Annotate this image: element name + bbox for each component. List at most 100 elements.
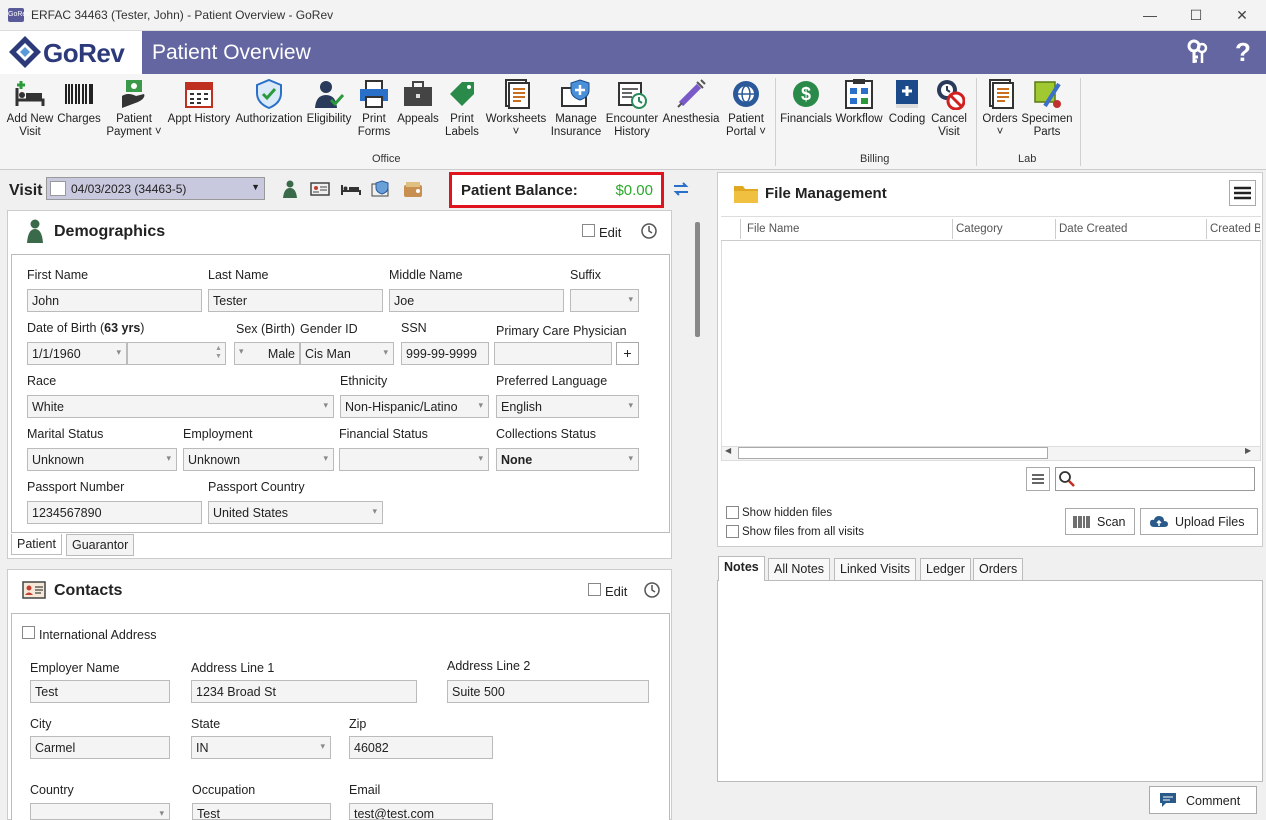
demographics-edit-checkbox[interactable] [582,224,595,237]
first-name-input[interactable]: John [27,289,202,312]
financial-select[interactable] [339,448,489,471]
close-button[interactable]: ✕ [1227,5,1257,25]
marital-select[interactable]: Unknown [27,448,177,471]
suffix-select[interactable] [570,289,639,312]
gender-select[interactable]: Cis Man [300,342,394,365]
tab-patient[interactable]: Patient [11,534,62,555]
language-label: Preferred Language [496,374,608,388]
financial-label: Financial Status [339,427,428,441]
file-menu-button[interactable] [1229,180,1256,206]
tab-ledger[interactable]: Ledger [920,558,971,581]
insurance-card-icon[interactable] [371,180,391,198]
collections-select[interactable]: None [496,448,639,471]
show-all-visits-label: Show files from all visits [742,526,865,538]
ribbon-appt-history-button[interactable]: Appt History [159,78,239,126]
last-name-input[interactable]: Tester [208,289,383,312]
suffix-label: Suffix [570,268,602,282]
cloud-upload-icon [1150,516,1168,527]
comment-button[interactable]: Comment [1149,786,1257,814]
list-options-button[interactable] [1026,467,1050,491]
tab-notes[interactable]: Notes [718,556,765,581]
employer-input[interactable]: Test [30,680,170,703]
address2-input[interactable]: Suite 500 [447,680,649,703]
refresh-icon[interactable] [671,180,691,198]
search-icon [1059,471,1075,487]
race-select[interactable]: White [27,395,334,418]
address2-label: Address Line 2 [447,659,531,673]
encounter-icon [618,82,647,109]
show-all-visits-checkbox[interactable] [726,525,739,538]
address1-label: Address Line 1 [191,661,275,675]
left-scrollbar-thumb[interactable] [695,222,700,337]
address1-input[interactable]: 1234 Broad St [191,680,417,703]
ssn-input[interactable]: 999-99-9999 [401,342,489,365]
dob-input[interactable]: 1/1/1960 [27,342,127,365]
passport-country-label: Passport Country [208,480,305,494]
state-select[interactable]: IN [191,736,331,759]
dollar-icon: $ [793,81,819,107]
passport-input[interactable]: 1234567890 [27,501,202,524]
middle-name-input[interactable]: Joe [389,289,564,312]
tab-all-notes[interactable]: All Notes [768,558,831,581]
passport-label: Passport Number [27,480,125,494]
col-created-by[interactable]: Created B [1210,223,1260,235]
key-icon[interactable] [1185,39,1209,71]
employment-select[interactable]: Unknown [183,448,334,471]
col-date-created[interactable]: Date Created [1059,223,1127,235]
barcode-icon [65,84,93,104]
col-category[interactable]: Category [956,223,1003,235]
id-card-icon[interactable] [310,180,330,198]
scroll-left-icon[interactable]: ◀ [725,446,731,455]
tab-guarantor[interactable]: Guarantor [66,534,135,556]
email-input[interactable]: test@test.com [349,803,493,820]
ribbon-button-label: Appt History [167,113,231,125]
barcode-icon [1073,516,1090,528]
minimize-button[interactable]: — [1135,5,1165,25]
history-clock-icon[interactable] [640,222,658,240]
language-select[interactable]: English [496,395,639,418]
pcp-input[interactable] [494,342,612,365]
ribbon-specimen-button[interactable]: Specimen Parts [1007,78,1087,139]
collections-label: Collections Status [496,427,597,441]
marital-label: Marital Status [27,427,104,441]
horizontal-scroll-thumb[interactable] [738,447,1048,459]
stepper-arrows-icon[interactable]: ▲ ▼ [215,345,222,361]
add-pcp-button[interactable]: + [616,342,639,365]
bed-icon[interactable] [341,180,361,198]
comment-label: Comment [1186,794,1241,808]
zip-label: Zip [349,717,367,731]
international-address-checkbox[interactable] [22,626,35,639]
time-stepper[interactable] [127,342,226,365]
help-icon[interactable]: ? [1235,37,1251,68]
middle-name-label: Middle Name [389,268,463,282]
contacts-edit-checkbox[interactable] [588,583,601,596]
chevron-down-icon: ▼ [251,182,260,192]
upload-files-button[interactable]: Upload Files [1140,508,1258,535]
scroll-right-icon[interactable]: ▶ [1245,446,1251,455]
contacts-edit-label: Edit [605,584,628,599]
payment-hand-icon [122,80,145,108]
ethnicity-select[interactable]: Non-Hispanic/Latino [340,395,489,418]
visit-select[interactable]: 04/03/2023 (34463-5) ▼ [46,177,265,200]
show-hidden-files-checkbox[interactable] [726,506,739,519]
tab-linked-visits[interactable]: Linked Visits [834,558,916,581]
zip-input[interactable]: 46082 [349,736,493,759]
ssn-label: SSN [401,321,427,335]
demographics-title: Demographics [54,223,166,240]
patient-icon[interactable] [280,180,300,198]
state-label: State [191,717,221,731]
city-input[interactable]: Carmel [30,736,170,759]
country-select[interactable] [30,803,170,820]
passport-country-select[interactable]: United States [208,501,383,524]
age-value: 63 yrs [104,321,141,335]
scan-button[interactable]: Scan [1065,508,1135,535]
window-title: ERFAC 34463 (Tester, John) - Patient Ove… [31,8,334,22]
col-file-name[interactable]: File Name [747,223,799,235]
visit-checkbox[interactable] [50,181,66,196]
history-clock-icon[interactable] [643,581,661,599]
wallet-icon[interactable] [403,180,423,198]
tab-orders[interactable]: Orders [973,558,1024,581]
occupation-input[interactable]: Test [192,803,331,820]
file-search-input[interactable] [1055,467,1255,491]
maximize-button[interactable]: ☐ [1181,5,1211,25]
